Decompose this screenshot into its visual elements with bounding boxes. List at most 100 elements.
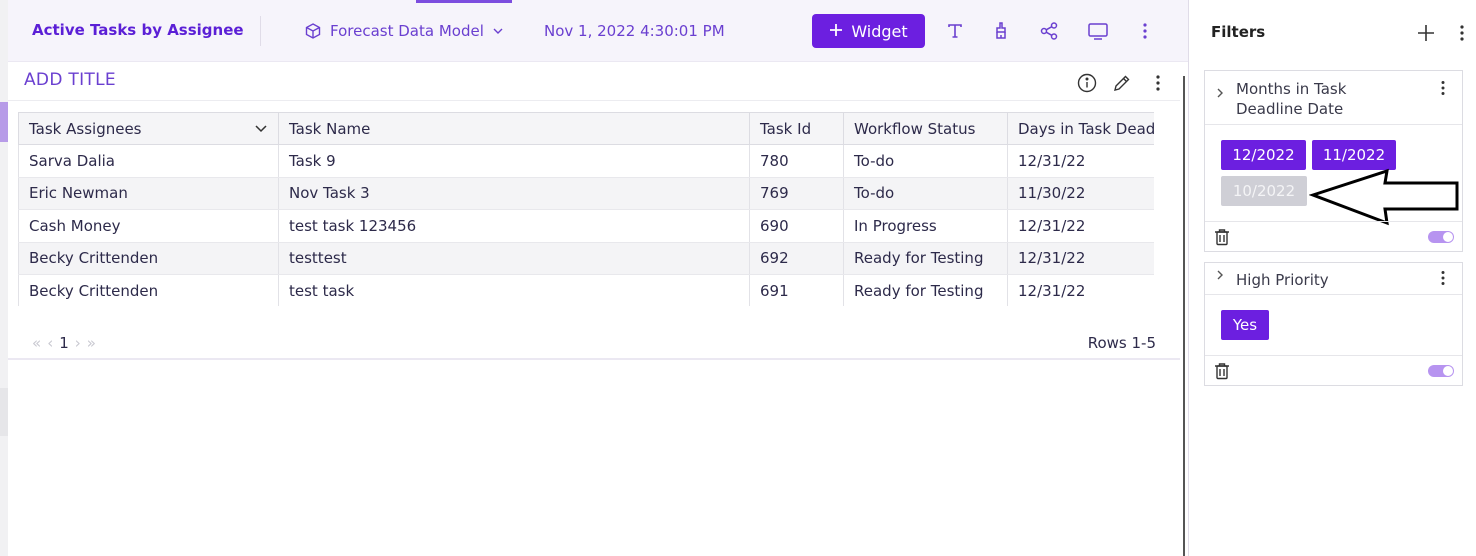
cell-assignee: Becky Crittenden	[18, 242, 279, 275]
chevron-right-icon[interactable]	[1215, 87, 1225, 103]
filter-card-header[interactable]: High Priority	[1205, 263, 1462, 295]
annotation-arrow	[1309, 168, 1459, 226]
chevron-right-icon[interactable]	[1215, 269, 1225, 285]
filter-chip-10-2022[interactable]: 10/2022	[1221, 176, 1307, 206]
cell-assignee: Becky Crittenden	[18, 274, 279, 306]
widget-header-divider	[8, 100, 1180, 101]
filter-chip-12-2022[interactable]: 12/2022	[1221, 140, 1306, 170]
dashboard-title[interactable]: Active Tasks by Assignee	[32, 21, 244, 39]
column-header-task-assignees[interactable]: Task Assignees	[18, 112, 279, 145]
trash-icon[interactable]	[1211, 226, 1233, 248]
active-tab-indicator	[416, 0, 512, 3]
filters-title: Filters	[1211, 23, 1266, 41]
more-options-icon[interactable]	[1132, 18, 1158, 44]
filter-card-more-icon[interactable]	[1432, 267, 1454, 289]
edit-pencil-icon[interactable]	[1111, 72, 1133, 94]
left-rail	[0, 0, 8, 556]
column-header-task-name[interactable]: Task Name	[278, 112, 750, 145]
data-table: Task Assignees Task Name Task Id Workflo…	[18, 112, 1154, 306]
cell-deadline: 12/31/22	[1007, 209, 1154, 243]
paint-brush-icon[interactable]	[988, 18, 1014, 44]
column-header-workflow-status[interactable]: Workflow Status	[843, 112, 1008, 145]
filter-card-header[interactable]: Months in Task Deadline Date	[1205, 71, 1462, 125]
cell-task-name: Nov Task 3	[278, 177, 750, 210]
filter-enabled-toggle[interactable]	[1428, 231, 1454, 243]
filter-chip-list: Yes	[1205, 295, 1462, 355]
table-row[interactable]: Eric Newman Nov Task 3 769 To-do 11/30/2…	[18, 177, 1154, 210]
column-header-label: Task Assignees	[29, 119, 142, 138]
cell-deadline: 12/31/22	[1007, 242, 1154, 275]
table-widget: ADD TITLE Task Assignees Task Name Task …	[8, 62, 1180, 360]
table-row[interactable]: Sarva Dalia Task 9 780 To-do 12/31/22	[18, 144, 1154, 178]
cell-workflow-status: Ready for Testing	[843, 242, 1008, 275]
chevron-down-icon	[492, 25, 504, 37]
text-icon[interactable]	[942, 18, 968, 44]
cell-task-id: 780	[749, 144, 844, 178]
table-row[interactable]: Becky Crittenden testtest 692 Ready for …	[18, 242, 1154, 275]
data-refresh-datetime: Nov 1, 2022 4:30:01 PM	[544, 22, 725, 40]
cell-task-name: Task 9	[278, 144, 750, 178]
app-root: Active Tasks by Assignee Forecast Data M…	[0, 0, 1476, 556]
cell-deadline: 12/31/22	[1007, 144, 1154, 178]
filter-chip-list: 12/2022 11/2022 10/2022	[1205, 125, 1462, 226]
cell-assignee: Cash Money	[18, 209, 279, 243]
table-row[interactable]: Cash Money test task 123456 690 In Progr…	[18, 209, 1154, 243]
present-monitor-icon[interactable]	[1085, 18, 1111, 44]
left-panel-handle[interactable]	[0, 388, 8, 436]
filter-card-footer	[1205, 355, 1462, 385]
data-model-selector[interactable]: Forecast Data Model	[304, 22, 504, 40]
trash-icon[interactable]	[1211, 360, 1233, 382]
cell-task-name: test task	[278, 274, 750, 306]
rows-range-info: Rows 1-5	[1087, 334, 1156, 352]
next-page-icon[interactable]: ›	[75, 334, 81, 352]
toolbar: Active Tasks by Assignee Forecast Data M…	[8, 0, 1188, 62]
cell-task-id: 690	[749, 209, 844, 243]
plus-icon	[829, 22, 843, 41]
info-icon[interactable]	[1076, 72, 1098, 94]
filter-card-more-icon[interactable]	[1432, 77, 1454, 99]
cell-task-name: testtest	[278, 242, 750, 275]
widget-title[interactable]: ADD TITLE	[24, 70, 116, 90]
cell-workflow-status: To-do	[843, 177, 1008, 210]
widget-selection-marker	[0, 102, 8, 142]
share-icon[interactable]	[1036, 18, 1062, 44]
first-page-icon[interactable]: «	[32, 334, 41, 352]
current-page-number[interactable]: 1	[59, 334, 69, 352]
previous-page-icon[interactable]: ‹	[47, 334, 53, 352]
add-filter-plus-icon[interactable]	[1415, 22, 1437, 44]
add-widget-button[interactable]: Widget	[812, 14, 925, 48]
data-model-name: Forecast Data Model	[330, 22, 484, 40]
canvas-scrollbar[interactable]	[1183, 76, 1185, 556]
column-header-days-in-task-deadline[interactable]: Days in Task Deadline	[1007, 112, 1154, 145]
cube-icon	[304, 22, 322, 40]
filter-chip-yes[interactable]: Yes	[1221, 310, 1269, 340]
last-page-icon[interactable]: »	[87, 334, 96, 352]
cell-deadline: 11/30/22	[1007, 177, 1154, 210]
cell-task-name: test task 123456	[278, 209, 750, 243]
filter-card-footer	[1205, 221, 1462, 251]
filters-more-icon[interactable]	[1451, 22, 1473, 44]
filter-card-high-priority: High Priority Yes	[1204, 262, 1463, 386]
cell-deadline: 12/31/22	[1007, 274, 1154, 306]
filter-card-title: Months in Task Deadline Date	[1236, 80, 1347, 118]
cell-task-id: 769	[749, 177, 844, 210]
dashboard-canvas: Active Tasks by Assignee Forecast Data M…	[0, 0, 1188, 556]
widget-more-icon[interactable]	[1147, 72, 1169, 94]
filter-card-title: High Priority	[1236, 271, 1329, 289]
sort-chevron-down-icon[interactable]	[254, 120, 268, 138]
cell-workflow-status: To-do	[843, 144, 1008, 178]
table-row[interactable]: Becky Crittenden test task 691 Ready for…	[18, 274, 1154, 306]
filter-chip-11-2022[interactable]: 11/2022	[1312, 140, 1396, 170]
cell-assignee: Sarva Dalia	[18, 144, 279, 178]
cell-task-id: 692	[749, 242, 844, 275]
cell-task-id: 691	[749, 274, 844, 306]
column-header-task-id[interactable]: Task Id	[749, 112, 844, 145]
cell-workflow-status: In Progress	[843, 209, 1008, 243]
filter-card-months-deadline: Months in Task Deadline Date 12/2022 11/…	[1204, 70, 1463, 252]
filter-enabled-toggle[interactable]	[1428, 365, 1454, 377]
add-widget-label: Widget	[851, 21, 908, 41]
filters-panel: Filters Months in Task Deadline Date 12/…	[1188, 0, 1476, 556]
toolbar-divider	[260, 16, 261, 46]
table-header-row: Task Assignees Task Name Task Id Workflo…	[18, 112, 1154, 145]
cell-workflow-status: Ready for Testing	[843, 274, 1008, 306]
